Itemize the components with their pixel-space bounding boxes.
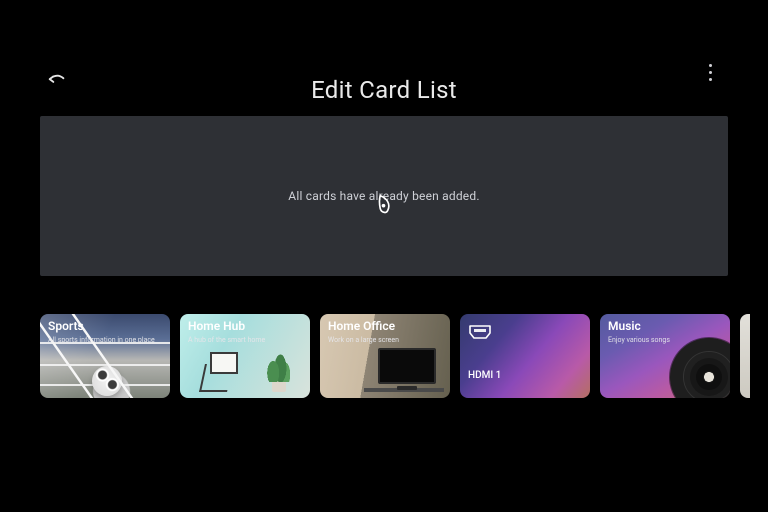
hdmi-icon: [468, 324, 492, 338]
card-title: Sports: [48, 320, 162, 334]
card-subtitle: Enjoy various songs: [608, 336, 722, 344]
empty-state-message: All cards have already been added.: [288, 189, 479, 203]
plant-icon: [264, 346, 292, 392]
available-cards-panel: All cards have already been added.: [40, 116, 728, 276]
soccer-ball-icon: [92, 366, 122, 396]
card-subtitle: A hub of the smart home: [188, 336, 302, 344]
card-home-hub[interactable]: Home Hub A hub of the smart home: [180, 314, 310, 398]
card-title: Home Office: [328, 320, 442, 334]
card-rail[interactable]: Sports All sports information in one pla…: [40, 314, 750, 404]
vinyl-record-icon: [670, 338, 730, 398]
more-button[interactable]: [700, 62, 720, 82]
card-home-office[interactable]: Home Office Work on a large screen: [320, 314, 450, 398]
tv-icon: [378, 348, 436, 384]
header: Edit Card List: [38, 0, 730, 102]
more-icon: [709, 64, 712, 67]
card-title: HDMI 1: [468, 370, 501, 381]
card-subtitle: Work on a large screen: [328, 336, 442, 344]
card-hdmi-1[interactable]: HDMI 1: [460, 314, 590, 398]
card-title: Home Hub: [188, 320, 302, 334]
page-title: Edit Card List: [38, 76, 730, 104]
card-next-peek[interactable]: [740, 314, 750, 398]
card-sports[interactable]: Sports All sports information in one pla…: [40, 314, 170, 398]
card-title: Music: [608, 320, 722, 334]
card-music[interactable]: Music Enjoy various songs: [600, 314, 730, 398]
card-subtitle: All sports information in one place: [48, 336, 162, 344]
shelf-icon: [202, 352, 244, 392]
